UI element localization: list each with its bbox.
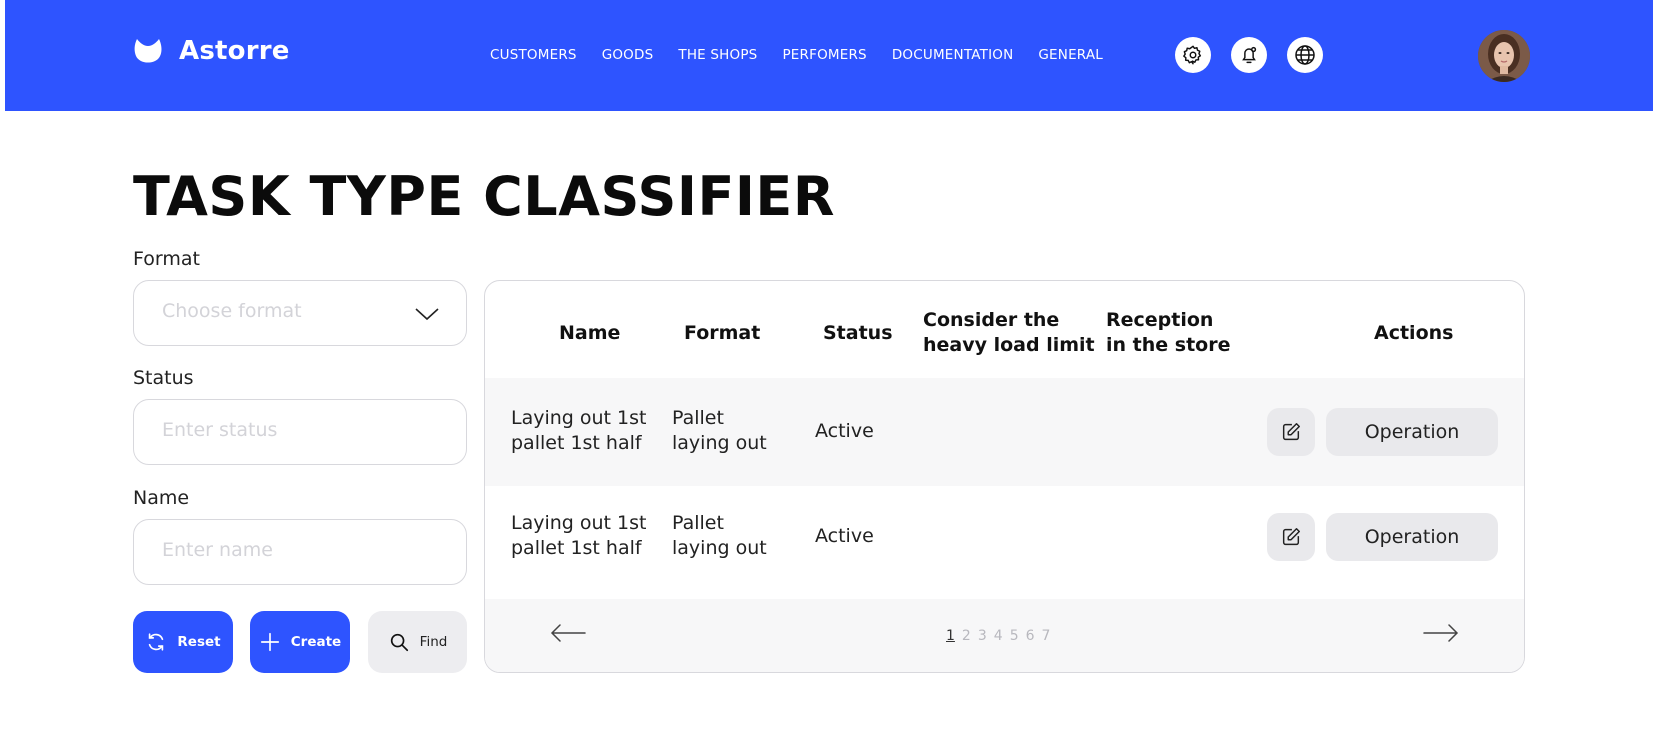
user-avatar[interactable] — [1478, 30, 1530, 82]
nav-item-goods[interactable]: GOODS — [602, 47, 654, 63]
format-select-input[interactable] — [162, 300, 402, 322]
page-4[interactable]: 4 — [994, 628, 1003, 644]
page-title: TASK TYPE CLASSIFIER — [133, 165, 835, 228]
name-field[interactable] — [133, 519, 467, 585]
nav-item-perfomers[interactable]: PERFOMERS — [782, 47, 866, 63]
table-row: Laying out 1st pallet 1st half Pallet la… — [485, 486, 1524, 594]
nav-item-general[interactable]: GENERAL — [1038, 47, 1103, 63]
create-button-label: Create — [290, 634, 342, 650]
edit-icon — [1282, 423, 1300, 441]
main-nav: CUSTOMERS GOODS THE SHOPS PERFOMERS DOCU… — [490, 47, 1103, 63]
astorre-logo-icon — [134, 39, 162, 63]
notifications-button[interactable] — [1231, 37, 1267, 73]
column-header-actions: Actions — [1374, 322, 1454, 344]
nav-item-customers[interactable]: CUSTOMERS — [490, 47, 577, 63]
find-button-label: Find — [419, 634, 448, 650]
arrow-left-icon[interactable] — [549, 621, 587, 645]
page-5[interactable]: 5 — [1010, 628, 1019, 644]
page-3[interactable]: 3 — [978, 628, 987, 644]
operation-button[interactable]: Operation — [1326, 408, 1498, 456]
top-navigation-bar: Astorre CUSTOMERS GOODS THE SHOPS PERFOM… — [5, 0, 1653, 111]
row-name: Laying out 1st pallet 1st half — [511, 407, 647, 454]
format-select[interactable] — [133, 280, 467, 346]
row-status: Active — [815, 525, 874, 547]
language-button[interactable] — [1287, 37, 1323, 73]
nav-item-documentation[interactable]: DOCUMENTATION — [892, 47, 1014, 63]
status-field[interactable] — [133, 399, 467, 465]
column-header-name: Name — [559, 322, 621, 344]
chevron-down-icon — [415, 308, 439, 321]
reset-button[interactable]: Reset — [133, 611, 233, 673]
globe-icon — [1295, 45, 1315, 65]
table-row: Laying out 1st pallet 1st half Pallet la… — [485, 378, 1524, 486]
page-2[interactable]: 2 — [962, 628, 971, 644]
column-header-status: Status — [823, 322, 893, 344]
edit-icon — [1282, 528, 1300, 546]
gear-icon — [1183, 45, 1202, 65]
create-button[interactable]: Create — [250, 611, 350, 673]
arrow-right-icon[interactable] — [1422, 621, 1460, 645]
user-portrait-icon — [1478, 30, 1530, 82]
page-7[interactable]: 7 — [1042, 628, 1051, 644]
plus-icon — [260, 632, 279, 652]
settings-button[interactable] — [1175, 37, 1211, 73]
refresh-icon — [149, 633, 164, 651]
task-types-table: Name Format Status Consider the heavy lo… — [484, 280, 1525, 673]
format-label: Format — [133, 248, 200, 270]
edit-button[interactable] — [1267, 408, 1315, 456]
search-icon — [390, 633, 408, 652]
operation-button[interactable]: Operation — [1326, 513, 1498, 561]
edit-button[interactable] — [1267, 513, 1315, 561]
bell-icon — [1242, 46, 1257, 64]
page-1[interactable]: 1 — [946, 628, 955, 644]
column-header-format: Format — [684, 322, 761, 344]
name-label: Name — [133, 487, 190, 509]
reset-button-label: Reset — [177, 634, 221, 650]
nav-item-the-shops[interactable]: THE SHOPS — [678, 47, 757, 63]
status-label: Status — [133, 367, 194, 389]
find-button[interactable]: Find — [368, 611, 467, 673]
logo[interactable]: Astorre — [133, 36, 290, 66]
pagination: 1 2 3 4 5 6 7 — [485, 599, 1524, 672]
status-input[interactable] — [162, 419, 402, 441]
row-format: Pallet laying out — [672, 512, 767, 559]
app-name: Astorre — [179, 36, 290, 66]
row-format: Pallet laying out — [672, 407, 767, 454]
column-header-reception: Reception in the store — [1106, 309, 1231, 356]
page-numbers: 1 2 3 4 5 6 7 — [946, 628, 1050, 644]
column-header-heavy-load: Consider the heavy load limit — [923, 309, 1095, 356]
row-status: Active — [815, 420, 874, 442]
row-name: Laying out 1st pallet 1st half — [511, 512, 647, 559]
page-6[interactable]: 6 — [1026, 628, 1035, 644]
name-input[interactable] — [162, 539, 402, 561]
